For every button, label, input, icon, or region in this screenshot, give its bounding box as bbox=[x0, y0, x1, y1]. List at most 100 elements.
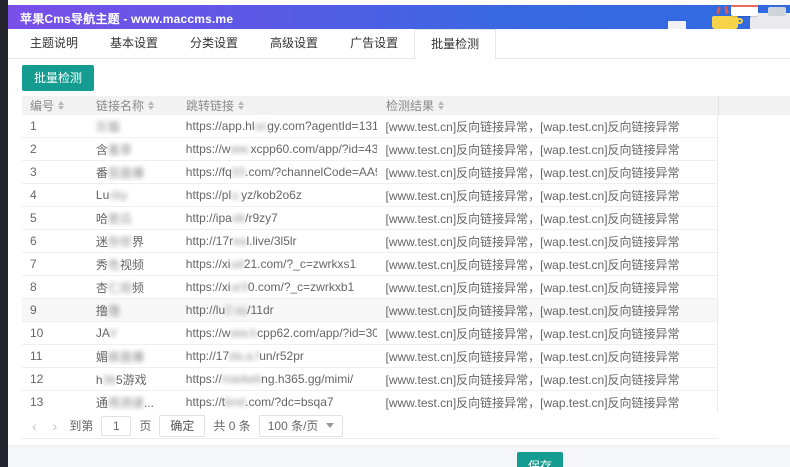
text: https://xi bbox=[186, 280, 231, 294]
cell-check-result: [www.test.cn]反向链接异常，[wap.test.cn]反向链接异常 bbox=[377, 256, 717, 273]
page-size-select[interactable]: 100 条/页 bbox=[259, 415, 344, 437]
censored-text: ww.h bbox=[230, 326, 257, 340]
text: https://app.hl bbox=[186, 119, 255, 133]
cell-check-result: [www.test.cn]反向链接异常，[wap.test.cn]反向链接异常 bbox=[377, 279, 717, 296]
cell-link-name: JAV bbox=[88, 326, 178, 340]
cell-check-result: [www.test.cn]反向链接异常，[wap.test.cn]反向链接异常 bbox=[377, 394, 717, 411]
pagination-bar: ‹ › 到第 页 确定 共 0 条 100 条/页 bbox=[22, 413, 718, 439]
cell-jump-url: http://lu2.xy/11dr bbox=[178, 303, 378, 317]
cell-id: 12 bbox=[22, 372, 88, 386]
page-number-input[interactable] bbox=[101, 416, 131, 436]
censored-text: bnd bbox=[225, 395, 245, 409]
censored-text: ur3 bbox=[230, 280, 247, 294]
prev-page-icon[interactable]: ‹ bbox=[28, 418, 41, 434]
window-title: 苹果Cms导航主题 - www.maccms.me bbox=[20, 10, 233, 27]
text: 视频 bbox=[120, 258, 144, 272]
cell-check-result: [www.test.cn]反向链接异常，[wap.test.cn]反向链接异常 bbox=[377, 348, 717, 365]
sort-icon[interactable] bbox=[438, 101, 444, 110]
sort-icon[interactable] bbox=[238, 101, 244, 110]
text: un/r52pr bbox=[259, 349, 304, 363]
text: http://ipa bbox=[186, 211, 232, 225]
text: 5游戏 bbox=[116, 373, 147, 387]
cell-jump-url: http://ipaob/r9zy7 bbox=[178, 211, 378, 225]
text: https:// bbox=[186, 372, 222, 386]
save-button[interactable]: 保存 bbox=[517, 452, 563, 467]
coffee-cup-icon bbox=[712, 16, 738, 29]
cell-check-result: [www.test.cn]反向链接异常，[wap.test.cn]反向链接异常 bbox=[377, 233, 717, 250]
text: https://fq bbox=[186, 165, 232, 179]
table-row[interactable]: 9撸撸http://lu2.xy/11dr[www.test.cn]反向链接异常… bbox=[22, 299, 717, 322]
confirm-page-button[interactable]: 确定 bbox=[159, 415, 205, 437]
tab-advanced-settings[interactable]: 高级设置 bbox=[254, 29, 334, 58]
censored-text: 娘直播 bbox=[108, 350, 144, 364]
cell-link-name: h365游戏 bbox=[88, 371, 178, 388]
table-row[interactable]: 7秀色视频https://xiud21.com/?_c=zwrkxs1[www.… bbox=[22, 253, 717, 276]
header-banner: 苹果Cms导航主题 - www.maccms.me bbox=[8, 5, 790, 29]
cell-check-result: [www.test.cn]反向链接异常，[wap.test.cn]反向链接异常 bbox=[377, 141, 717, 158]
censored-text: ea bbox=[233, 234, 246, 248]
tab-theme-info[interactable]: 主题说明 bbox=[14, 29, 94, 58]
table-row[interactable]: 13通用测速...https://tbnd.com/?dc=bsqa7[www.… bbox=[22, 391, 717, 414]
table-row[interactable]: 1乐猫https://app.hlucgy.com?agentId=131510… bbox=[22, 115, 717, 138]
text: gy.com?agentId=13151036 bbox=[267, 119, 377, 133]
text: 频 bbox=[132, 281, 144, 295]
censored-text: ob bbox=[232, 211, 245, 225]
cell-id: 4 bbox=[22, 188, 88, 202]
goto-label: 到第 bbox=[69, 417, 93, 434]
text: Lu bbox=[96, 188, 109, 202]
cell-link-name: 番茄直播 bbox=[88, 164, 178, 181]
table-body: 1乐猫https://app.hlucgy.com?agentId=131510… bbox=[22, 115, 718, 414]
table-row[interactable]: 4Luckyhttps://plu.yz/kob2o6z[www.test.cn… bbox=[22, 184, 717, 207]
speech-bubble-icon bbox=[731, 5, 758, 16]
cell-link-name: Lucky bbox=[88, 188, 178, 202]
sort-icon[interactable] bbox=[148, 101, 154, 110]
table-header: 编号 链接名称 跳转链接 检测结果 bbox=[22, 96, 790, 115]
column-label: 跳转链接 bbox=[186, 97, 234, 114]
link-check-table: 编号 链接名称 跳转链接 检测结果 1乐猫https://app.hlucgy.… bbox=[22, 96, 790, 414]
column-label: 检测结果 bbox=[386, 97, 434, 114]
tab-basic-settings[interactable]: 基本设置 bbox=[94, 29, 174, 58]
cell-link-name: 迷你世界 bbox=[88, 233, 178, 250]
cell-jump-url: https://app.hlucgy.com?agentId=13151036 bbox=[178, 119, 378, 133]
cell-jump-url: https://www.xcpp60.com/app/?id=43191816 bbox=[178, 142, 378, 156]
total-count-label: 共 0 条 bbox=[213, 417, 250, 434]
tab-category-settings[interactable]: 分类设置 bbox=[174, 29, 254, 58]
table-row[interactable]: 11媚娘直播http://17da.a.fun/r52pr[www.test.c… bbox=[22, 345, 717, 368]
text: https://t bbox=[186, 395, 225, 409]
tab-batch-check[interactable]: 批量检测 bbox=[414, 29, 496, 59]
cell-check-result: [www.test.cn]反向链接异常，[wap.test.cn]反向链接异常 bbox=[377, 210, 717, 227]
steam-icon bbox=[716, 7, 721, 15]
cell-id: 11 bbox=[22, 349, 88, 363]
sort-icon[interactable] bbox=[58, 101, 64, 110]
censored-text: 36 bbox=[103, 373, 116, 387]
censored-text: marketi bbox=[222, 372, 261, 386]
table-row[interactable]: 2含羞草https://www.xcpp60.com/app/?id=43191… bbox=[22, 138, 717, 161]
text: 撸 bbox=[96, 304, 108, 318]
tab-ad-settings[interactable]: 广告设置 bbox=[334, 29, 414, 58]
table-row[interactable]: 8杏仁视频https://xiur30.com/?_c=zwrkxb1[www.… bbox=[22, 276, 717, 299]
batch-check-button[interactable]: 批量检测 bbox=[22, 65, 94, 91]
text: http://17r bbox=[186, 234, 233, 248]
table-row[interactable]: 10JAVhttps://www.hcpp62.com/app/?id=3091… bbox=[22, 322, 717, 345]
cell-link-name: 通用测速... bbox=[88, 394, 178, 411]
censored-text: 色 bbox=[108, 258, 120, 272]
text: 21.com/?_c=zwrkxs1 bbox=[244, 257, 356, 271]
column-header-jump-url: 跳转链接 bbox=[178, 96, 378, 115]
table-row[interactable]: 6迷你世界http://17real.live/3l5lr[www.test.c… bbox=[22, 230, 717, 253]
cell-id: 2 bbox=[22, 142, 88, 156]
text: https://w bbox=[186, 326, 231, 340]
cell-jump-url: https://www.hcpp62.com/app/?id=30919492 bbox=[178, 326, 378, 340]
cell-id: 5 bbox=[22, 211, 88, 225]
table-row[interactable]: 5哈密瓜http://ipaob/r9zy7[www.test.cn]反向链接异… bbox=[22, 207, 717, 230]
text: yz/kob2o6z bbox=[241, 188, 302, 202]
text: 秀 bbox=[96, 258, 108, 272]
cell-id: 1 bbox=[22, 119, 88, 133]
table-row[interactable]: 12h365游戏https://marketing.h365.gg/mimi/[… bbox=[22, 368, 717, 391]
censored-text: da.a.f bbox=[229, 349, 259, 363]
text: .com/?dc=bsqa7 bbox=[245, 395, 333, 409]
next-page-icon[interactable]: › bbox=[49, 418, 62, 434]
coffee-cup-handle bbox=[737, 18, 743, 24]
table-row[interactable]: 3番茄直播https://fq03.com/?channelCode=AA90[… bbox=[22, 161, 717, 184]
text: http://17 bbox=[186, 349, 229, 363]
column-header-id: 编号 bbox=[22, 96, 88, 115]
